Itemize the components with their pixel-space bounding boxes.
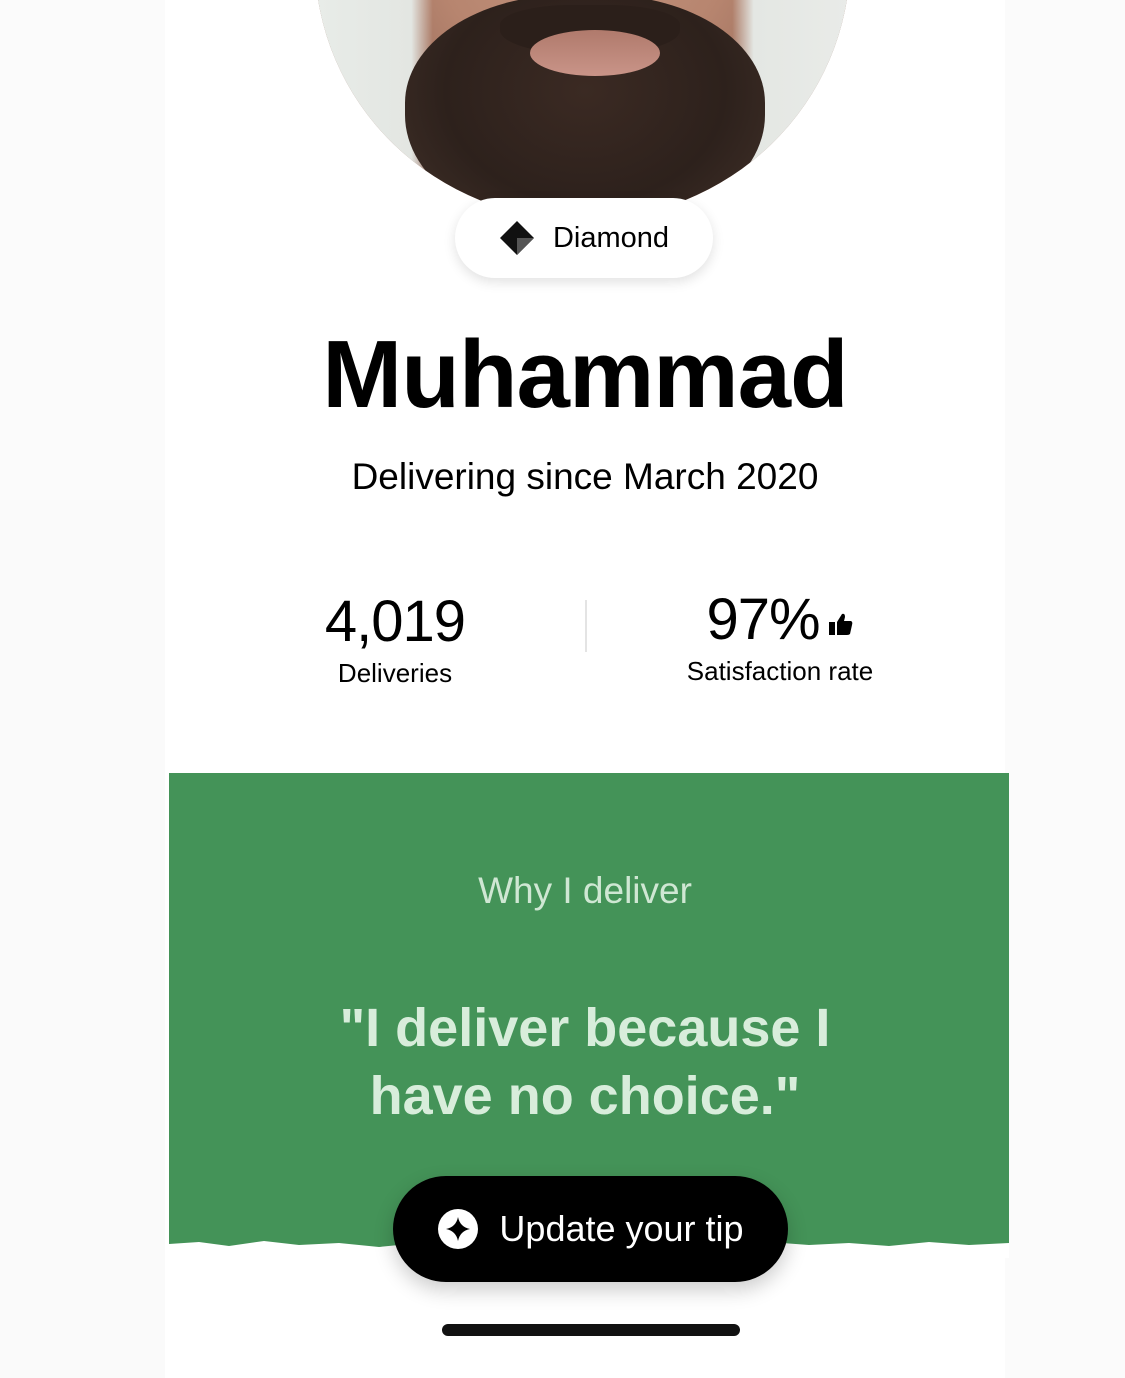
tier-label: Diamond <box>552 221 670 254</box>
courier-name: Muhammad <box>322 321 848 428</box>
why-heading: Why I deliver <box>478 870 692 911</box>
left-margin <box>0 500 165 1378</box>
stats-divider <box>585 600 587 652</box>
right-margin <box>1005 0 1125 1378</box>
satisfaction-stat: 97% Satisfaction rate <box>665 588 895 687</box>
satisfaction-label: Satisfaction rate <box>686 656 874 686</box>
delivering-since: Delivering since March 2020 <box>351 456 819 497</box>
sparkle-icon <box>438 1209 479 1249</box>
satisfaction-value: 97% <box>706 587 820 652</box>
deliveries-count: 4,019 <box>324 589 466 654</box>
deliveries-label: Deliveries <box>337 658 453 688</box>
update-tip-label: Update your tip <box>499 1208 744 1249</box>
update-tip-button[interactable]: Update your tip <box>393 1176 788 1282</box>
home-indicator[interactable] <box>442 1324 740 1336</box>
why-quote: "I deliver because I have no choice." <box>339 998 831 1126</box>
deliveries-stat: 4,019 Deliveries <box>305 590 485 689</box>
diamond-icon <box>499 221 534 255</box>
courier-avatar <box>315 0 850 220</box>
courier-profile-card: Diamond Muhammad Delivering since March … <box>165 0 1009 1378</box>
tier-badge: Diamond <box>455 198 713 278</box>
thumbs-up-icon <box>828 613 852 635</box>
